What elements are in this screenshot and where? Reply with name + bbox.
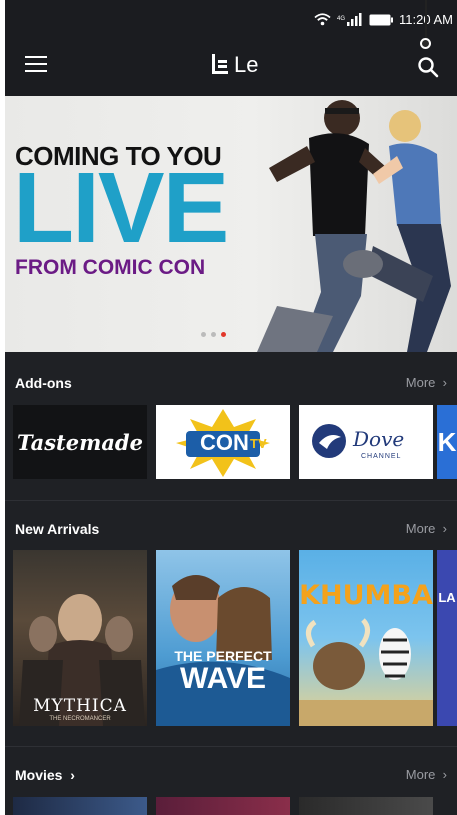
status-icons: 4G 11:20 AM: [314, 12, 453, 27]
carousel-dot-active: [221, 332, 226, 337]
poster-art: [156, 575, 290, 726]
section-divider: [5, 746, 457, 747]
movies-section-label: Movies: [15, 767, 63, 783]
hero-line-3: FROM COMIC CON: [15, 256, 206, 279]
signal-icon: 4G: [337, 13, 363, 26]
addon-sublabel: CHANNEL: [361, 453, 402, 460]
app-screen: 4G 11:20 AM Le COMING TO YOU LIVE FROM C…: [5, 0, 457, 815]
chevron-right-icon: ›: [439, 521, 447, 536]
logo-text: Le: [234, 52, 259, 77]
addon-label: CON: [200, 430, 249, 455]
hero-banner[interactable]: COMING TO YOU LIVE FROM COMIC CON: [5, 96, 457, 352]
poster-mythica[interactable]: MYTHICA THE NECROMANCER: [13, 550, 147, 726]
network-type: 4G: [337, 16, 345, 22]
movies-section-title[interactable]: Movies ›: [15, 767, 75, 783]
chevron-right-icon: ›: [439, 767, 447, 782]
new-arrivals-more-link[interactable]: More ›: [406, 521, 447, 536]
carousel-indicator: [201, 332, 226, 337]
addon-label-suffix: TV: [250, 436, 267, 451]
section-divider: [5, 500, 457, 501]
hamburger-menu-icon[interactable]: [25, 56, 47, 78]
dove-logo-icon: [312, 424, 346, 458]
tap-indicator-dot: [420, 38, 431, 49]
poster-title: LA: [438, 590, 456, 605]
chevron-right-icon: ›: [439, 375, 447, 390]
movies-more-link[interactable]: More ›: [406, 767, 447, 782]
addon-label: Dove: [353, 427, 405, 451]
addon-tile-dove[interactable]: Dove CHANNEL: [299, 405, 433, 479]
poster-perfect-wave[interactable]: THE PERFECT WAVE: [156, 550, 290, 726]
status-bar: 4G 11:20 AM: [5, 0, 457, 40]
hero-line-2: LIVE: [13, 152, 229, 264]
le-logo-icon: [212, 54, 228, 74]
carousel-dot: [211, 332, 216, 337]
poster-title: MYTHICA: [33, 696, 127, 716]
poster-title: KHUMBA: [299, 580, 433, 611]
search-icon[interactable]: [415, 54, 441, 80]
movie-thumbnail[interactable]: [13, 797, 147, 815]
hero-illustration: [257, 100, 451, 352]
movie-thumbnail[interactable]: [299, 797, 433, 815]
addons-section-title: Add-ons: [15, 375, 72, 391]
poster-khumba[interactable]: KHUMBA: [299, 550, 433, 726]
app-bar: Le: [5, 40, 457, 96]
addon-label: K: [437, 426, 457, 457]
app-logo: Le: [210, 52, 258, 78]
new-arrivals-section-title: New Arrivals: [15, 521, 100, 537]
addons-more-label: More: [405, 375, 436, 390]
wifi-icon: [314, 13, 331, 26]
battery-icon: [369, 14, 394, 26]
addon-tile-partial[interactable]: K: [437, 405, 457, 479]
movies-more-label: More: [405, 767, 436, 782]
addon-tile-contv[interactable]: CON TV: [156, 405, 290, 479]
addon-label: Tastemade: [17, 429, 143, 455]
new-arrivals-more-label: More: [405, 521, 436, 536]
addon-tile-tastemade[interactable]: Tastemade: [13, 405, 147, 479]
poster-art: [299, 618, 433, 726]
addons-more-link[interactable]: More ›: [406, 375, 447, 390]
carousel-dot: [201, 332, 206, 337]
poster-partial[interactable]: LA: [437, 550, 457, 726]
poster-subtitle: THE NECROMANCER: [49, 716, 111, 722]
movie-thumbnail[interactable]: [156, 797, 290, 815]
poster-title-line-2: WAVE: [179, 662, 267, 695]
chevron-right-icon: ›: [66, 767, 75, 783]
